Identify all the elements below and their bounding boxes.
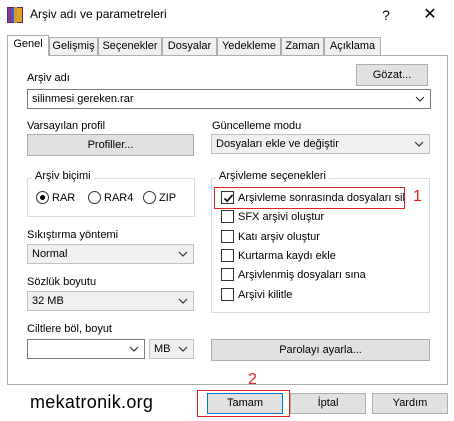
- checkbox-label: Katı arşiv oluştur: [238, 230, 320, 243]
- checkbox-unchecked-icon: [221, 249, 234, 262]
- update-mode-combo[interactable]: Dosyaları ekle ve değiştir: [211, 134, 430, 154]
- compression-method-value: Normal: [32, 248, 68, 260]
- chevron-down-icon: [178, 248, 188, 260]
- split-size-combo[interactable]: [27, 339, 145, 359]
- tab-yedekleme[interactable]: Yedekleme: [217, 37, 281, 55]
- radio-zip-label: ZIP: [159, 191, 177, 204]
- checkbox-unchecked-icon: [221, 288, 234, 301]
- watermark-text: mekatronik.org: [30, 392, 154, 412]
- checkbox-label: Kurtarma kaydı ekle: [238, 249, 336, 262]
- update-mode-value: Dosyaları ekle ve değiştir: [216, 138, 339, 150]
- checkbox-unchecked-icon: [221, 268, 234, 281]
- checkbox-label: Arşivi kilitle: [238, 288, 293, 301]
- radio-unselected-icon: [88, 191, 101, 204]
- chevron-down-icon: [414, 138, 424, 150]
- help-button[interactable]: Yardım: [372, 393, 448, 414]
- archive-name-value: silinmesi gereken.rar: [32, 93, 134, 105]
- archive-name-combo[interactable]: silinmesi gereken.rar: [27, 89, 431, 109]
- cancel-button[interactable]: İptal: [290, 393, 366, 414]
- radio-rar4[interactable]: RAR4: [88, 191, 133, 204]
- compression-method-combo[interactable]: Normal: [27, 244, 194, 264]
- checkbox-unchecked-icon: [221, 210, 234, 223]
- tab-aciklama[interactable]: Açıklama: [324, 37, 381, 55]
- archive-format-title: Arşiv biçimi: [32, 170, 94, 182]
- chevron-down-icon: [178, 295, 188, 307]
- close-button[interactable]: ✕: [418, 3, 442, 27]
- browse-button[interactable]: Gözat...: [356, 64, 428, 86]
- profiles-button[interactable]: Profiller...: [27, 134, 194, 156]
- window-title: Arşiv adı ve parametreleri: [30, 7, 167, 21]
- tab-dosyalar[interactable]: Dosyalar: [162, 37, 217, 55]
- radio-rar[interactable]: RAR: [36, 191, 75, 204]
- tab-zaman[interactable]: Zaman: [281, 37, 324, 55]
- radio-unselected-icon: [143, 191, 156, 204]
- split-unit-value: MB: [154, 343, 171, 355]
- annotation-number-1: 1: [413, 188, 422, 205]
- checkbox-label: Arşivlenmiş dosyaları sına: [238, 268, 366, 281]
- update-mode-label: Güncelleme modu: [212, 120, 302, 132]
- split-unit-combo[interactable]: MB: [149, 339, 194, 359]
- dictionary-size-label: Sözlük boyutu: [27, 276, 97, 288]
- checkbox-test-archived-files[interactable]: Arşivlenmiş dosyaları sına: [221, 267, 366, 282]
- annotation-number-2: 2: [248, 371, 257, 388]
- title-bar: Arşiv adı ve parametreleri ? ✕: [0, 0, 454, 30]
- dictionary-size-combo[interactable]: 32 MB: [27, 291, 194, 311]
- tab-genel[interactable]: Genel: [7, 35, 49, 56]
- default-profile-label: Varsayılan profil: [27, 120, 106, 132]
- annotation-box-1: [214, 187, 405, 209]
- checkbox-label: SFX arşivi oluştur: [238, 210, 325, 223]
- chevron-down-icon: [129, 343, 139, 355]
- archive-name-label: Arşiv adı: [27, 72, 70, 84]
- compression-method-label: Sıkıştırma yöntemi: [27, 229, 119, 241]
- archiving-options-title: Arşivleme seçenekleri: [216, 170, 329, 182]
- tab-secenekler[interactable]: Seçenekler: [98, 37, 162, 55]
- radio-rar4-label: RAR4: [104, 191, 134, 204]
- chevron-down-icon: [178, 343, 188, 355]
- radio-zip[interactable]: ZIP: [143, 191, 176, 204]
- checkbox-add-recovery-record[interactable]: Kurtarma kaydı ekle: [221, 248, 336, 263]
- checkbox-lock-archive[interactable]: Arşivi kilitle: [221, 287, 292, 302]
- radio-selected-icon: [36, 191, 49, 204]
- radio-rar-label: RAR: [52, 191, 76, 204]
- checkbox-create-solid[interactable]: Katı arşiv oluştur: [221, 229, 320, 244]
- dictionary-size-value: 32 MB: [32, 295, 64, 307]
- chevron-down-icon: [415, 93, 425, 105]
- split-volumes-label: Ciltlere böl, boyut: [27, 323, 112, 335]
- set-password-button[interactable]: Parolayı ayarla...: [211, 339, 430, 361]
- checkbox-create-sfx[interactable]: SFX arşivi oluştur: [221, 209, 324, 224]
- checkbox-unchecked-icon: [221, 230, 234, 243]
- ok-button[interactable]: Tamam: [207, 393, 283, 414]
- tab-gelismis[interactable]: Gelişmiş: [49, 37, 98, 55]
- help-title-button[interactable]: ?: [376, 5, 396, 25]
- winrar-app-icon: [7, 7, 23, 23]
